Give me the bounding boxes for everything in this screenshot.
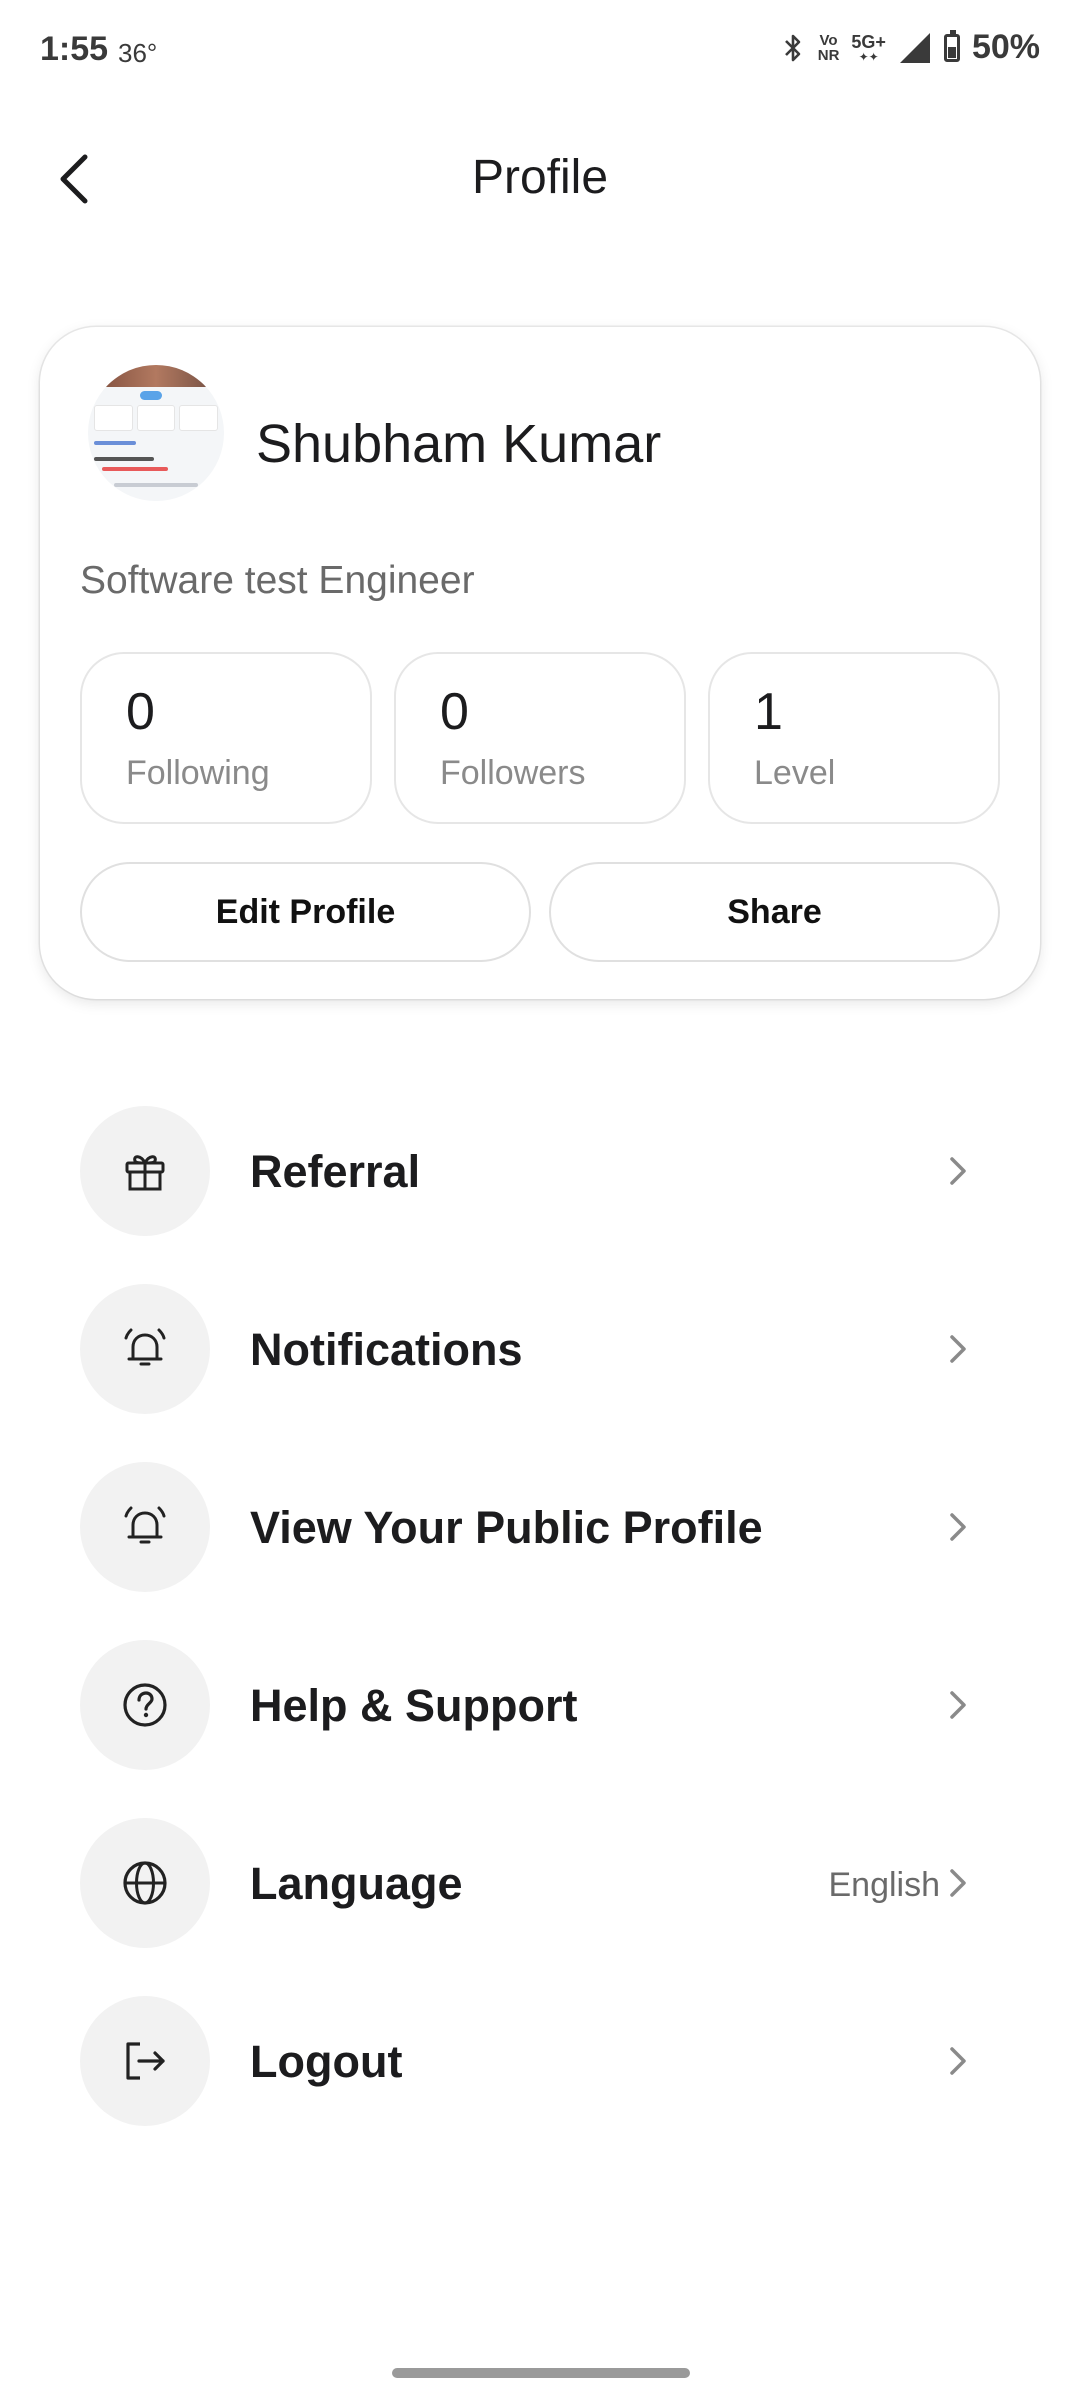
status-bar: 1:55 36° Vo NR 5G+ ✦✦ 50% (0, 0, 1080, 108)
avatar-banner (88, 365, 224, 387)
stats-row: 0 Following 0 Followers 1 Level (80, 652, 1000, 824)
menu-item-logout[interactable]: Logout (80, 1996, 1000, 2126)
chevron-right-icon (936, 1327, 980, 1371)
status-icons: Vo NR 5G+ ✦✦ 50% (780, 28, 1040, 67)
menu-item-public-profile[interactable]: View Your Public Profile (80, 1462, 1000, 1592)
chevron-right-icon (936, 2039, 980, 2083)
avatar-line (94, 457, 154, 461)
stat-followers[interactable]: 0 Followers (394, 652, 686, 824)
user-name: Shubham Kumar (256, 414, 662, 474)
share-button[interactable]: Share (549, 862, 1000, 962)
menu-item-help-support[interactable]: Help & Support (80, 1640, 1000, 1770)
stat-following[interactable]: 0 Following (80, 652, 372, 824)
vonr-bottom-label: NR (817, 46, 840, 64)
avatar-cards-row (94, 405, 219, 431)
profile-card: Shubham Kumar Software test Engineer 0 F… (40, 327, 1040, 999)
chevron-right-icon (936, 1861, 980, 1905)
menu-label: Notifications (250, 1324, 523, 1375)
home-indicator[interactable] (392, 2368, 690, 2378)
menu-label: View Your Public Profile (250, 1502, 763, 1553)
profile-actions: Edit Profile Share (80, 862, 1000, 962)
avatar-card (94, 405, 133, 431)
stat-value: 1 (754, 683, 783, 741)
stat-label: Following (126, 754, 270, 792)
avatar-card (136, 405, 176, 431)
page-title: Profile (471, 151, 609, 204)
avatar-line (102, 467, 168, 471)
stat-label: Level (754, 754, 836, 792)
app-header: Profile (0, 130, 1080, 230)
avatar-pill (140, 391, 162, 400)
bell-icon (80, 1284, 210, 1414)
chevron-right-icon (936, 1683, 980, 1727)
menu-label: Referral (250, 1146, 421, 1197)
logout-icon (80, 1996, 210, 2126)
chevron-right-icon (936, 1149, 980, 1193)
chevron-right-icon (936, 1505, 980, 1549)
avatar[interactable] (88, 365, 224, 501)
question-circle-icon (80, 1640, 210, 1770)
status-temperature: 36° (118, 38, 158, 68)
signal-icon (899, 32, 930, 63)
status-time: 1:55 (40, 30, 109, 68)
vonr-icon: Vo NR (818, 33, 840, 63)
menu-item-referral[interactable]: Referral (80, 1106, 1000, 1236)
stat-value: 0 (440, 683, 469, 741)
vonr-top-label: Vo (819, 31, 838, 49)
avatar-line (94, 441, 136, 445)
battery-icon (943, 29, 960, 62)
menu-label: Help & Support (250, 1680, 578, 1731)
stat-label: Followers (440, 754, 586, 792)
bluetooth-icon (784, 34, 801, 61)
menu-item-language[interactable]: Language English (80, 1818, 1000, 1948)
stat-level[interactable]: 1 Level (708, 652, 1000, 824)
network-label: 5G+ (851, 31, 886, 52)
network-type-icon: 5G+ ✦✦ (851, 33, 886, 63)
data-arrows-icon: ✦✦ (858, 49, 879, 64)
gift-icon (80, 1106, 210, 1236)
menu-label: Logout (250, 2036, 403, 2087)
stat-value: 0 (126, 683, 155, 741)
bell-icon (80, 1462, 210, 1592)
language-value: English (828, 1866, 940, 1904)
battery-percentage: 50% (971, 28, 1040, 66)
avatar-card (179, 405, 219, 431)
menu-item-notifications[interactable]: Notifications (80, 1284, 1000, 1414)
edit-profile-button[interactable]: Edit Profile (80, 862, 531, 962)
settings-menu: Referral Notifications View Your Public … (80, 1106, 1000, 2174)
user-role: Software test Engineer (80, 559, 475, 602)
menu-label: Language (250, 1858, 463, 1909)
avatar-line (114, 483, 198, 487)
globe-icon (80, 1818, 210, 1948)
